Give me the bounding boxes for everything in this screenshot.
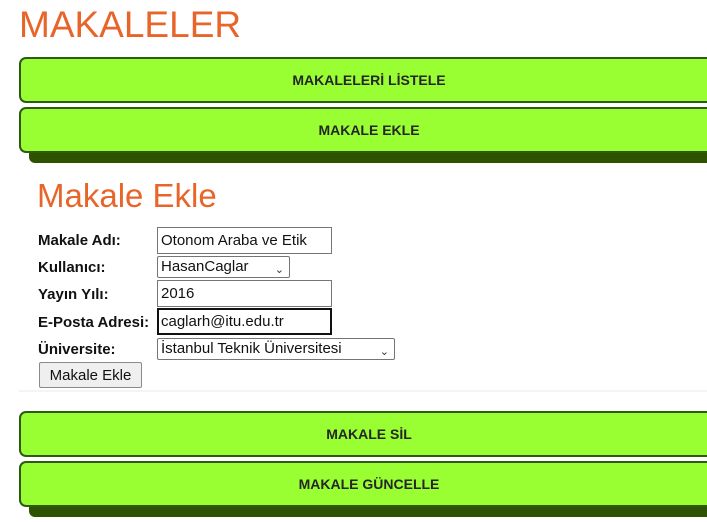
- university-label: Üniversite:: [38, 341, 116, 358]
- university-select[interactable]: İstanbul Teknik Üniversitesi ⌄: [157, 338, 395, 360]
- year-input[interactable]: 2016: [157, 280, 332, 307]
- user-label: Kullanıcı:: [38, 259, 106, 276]
- article-name-label: Makale Adı:: [38, 232, 121, 249]
- form-title: Makale Ekle: [37, 177, 217, 214]
- delete-article-button[interactable]: MAKALE SİL: [19, 411, 707, 457]
- divider: [19, 390, 707, 392]
- submit-button[interactable]: Makale Ekle: [39, 362, 142, 388]
- email-label: E-Posta Adresi:: [38, 314, 150, 331]
- article-name-input[interactable]: Otonom Araba ve Etik: [157, 227, 332, 254]
- university-select-value: İstanbul Teknik Üniversitesi: [161, 340, 342, 357]
- email-input[interactable]: caglarh@itu.edu.tr: [157, 308, 332, 335]
- add-article-button[interactable]: MAKALE EKLE: [19, 107, 707, 153]
- user-select-value: HasanCaglar: [161, 258, 249, 275]
- update-article-button[interactable]: MAKALE GÜNCELLE: [19, 461, 707, 507]
- button-group-shadow: [29, 153, 707, 163]
- chevron-down-icon: ⌄: [274, 264, 284, 276]
- page-title: MAKALELER: [19, 4, 242, 45]
- list-articles-button[interactable]: MAKALELERİ LİSTELE: [19, 57, 707, 103]
- chevron-down-icon: ⌄: [379, 346, 389, 358]
- button-group-shadow: [29, 507, 707, 517]
- year-label: Yayın Yılı:: [38, 286, 109, 303]
- user-select[interactable]: HasanCaglar ⌄: [157, 256, 290, 278]
